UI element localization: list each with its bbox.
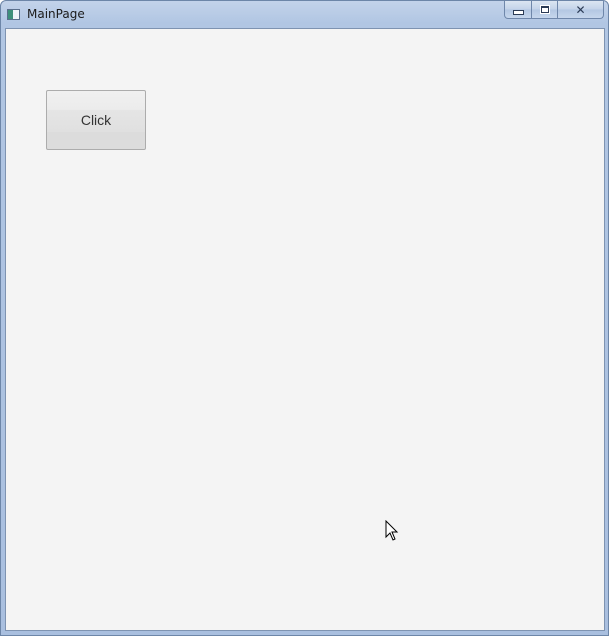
click-button[interactable]: Click — [46, 90, 146, 150]
mouse-pointer-icon — [385, 520, 399, 541]
caption-buttons: ✕ — [504, 1, 604, 20]
window-title: MainPage — [27, 7, 85, 21]
app-icon[interactable] — [7, 9, 20, 20]
app-window: MainPage ✕ Click — [0, 0, 609, 636]
main-content: Click — [5, 28, 605, 631]
close-icon: ✕ — [575, 2, 586, 17]
maximize-button[interactable] — [532, 1, 558, 19]
title-bar[interactable]: MainPage ✕ — [1, 1, 608, 28]
maximize-icon — [539, 5, 550, 14]
close-button[interactable]: ✕ — [558, 1, 604, 19]
minimize-icon — [512, 10, 524, 15]
minimize-button[interactable] — [504, 1, 532, 19]
